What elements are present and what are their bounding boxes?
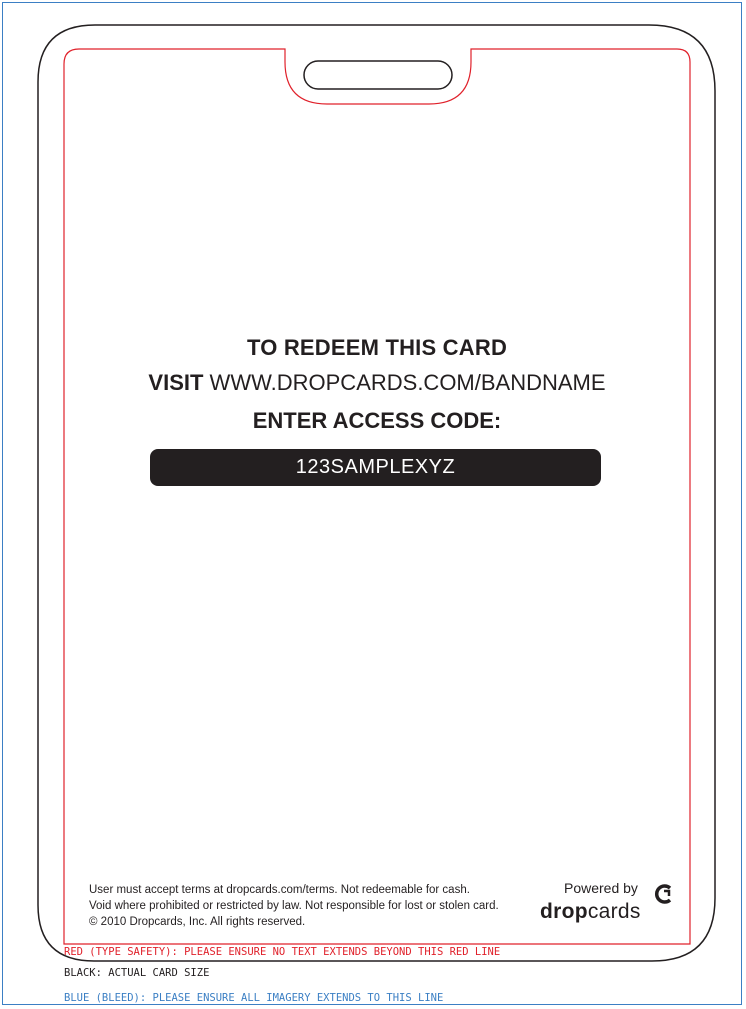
access-code-heading: ENTER ACCESS CODE:: [252, 408, 502, 433]
card-outline: [37, 24, 716, 962]
visit-label: VISIT: [148, 370, 204, 395]
legal-line-2: Void where prohibited or restricted by l…: [89, 900, 499, 912]
powered-by-label: Powered by: [564, 880, 638, 896]
dropcards-logo: dropcards: [540, 900, 641, 924]
visit-line: VISIT WWW.DROPCARDS.COM/BANDNAME: [64, 370, 690, 396]
blue-guide-note: BLUE (BLEED): PLEASE ENSURE ALL IMAGERY …: [64, 992, 444, 1004]
card-template-outlines: [37, 24, 716, 962]
access-code-bar: 123SAMPLEXYZ: [150, 449, 601, 486]
lanyard-slot: [303, 60, 453, 90]
logo-regular: cards: [587, 900, 641, 923]
legal-text: User must accept terms at dropcards.com/…: [89, 882, 499, 930]
visit-url: WWW.DROPCARDS.COM/BANDNAME: [203, 370, 606, 395]
black-guide-note: BLACK: ACTUAL CARD SIZE: [64, 967, 210, 979]
dropcards-mark-icon: [654, 884, 672, 904]
legal-line-3: © 2010 Dropcards, Inc. All rights reserv…: [89, 916, 306, 928]
redeem-heading: TO REDEEM THIS CARD: [246, 335, 508, 360]
type-safety-line: [63, 48, 691, 945]
red-guide-note: RED (TYPE SAFETY): PLEASE ENSURE NO TEXT…: [64, 946, 501, 958]
legal-line-1: User must accept terms at dropcards.com/…: [89, 884, 470, 896]
logo-bold: drop: [540, 900, 588, 923]
